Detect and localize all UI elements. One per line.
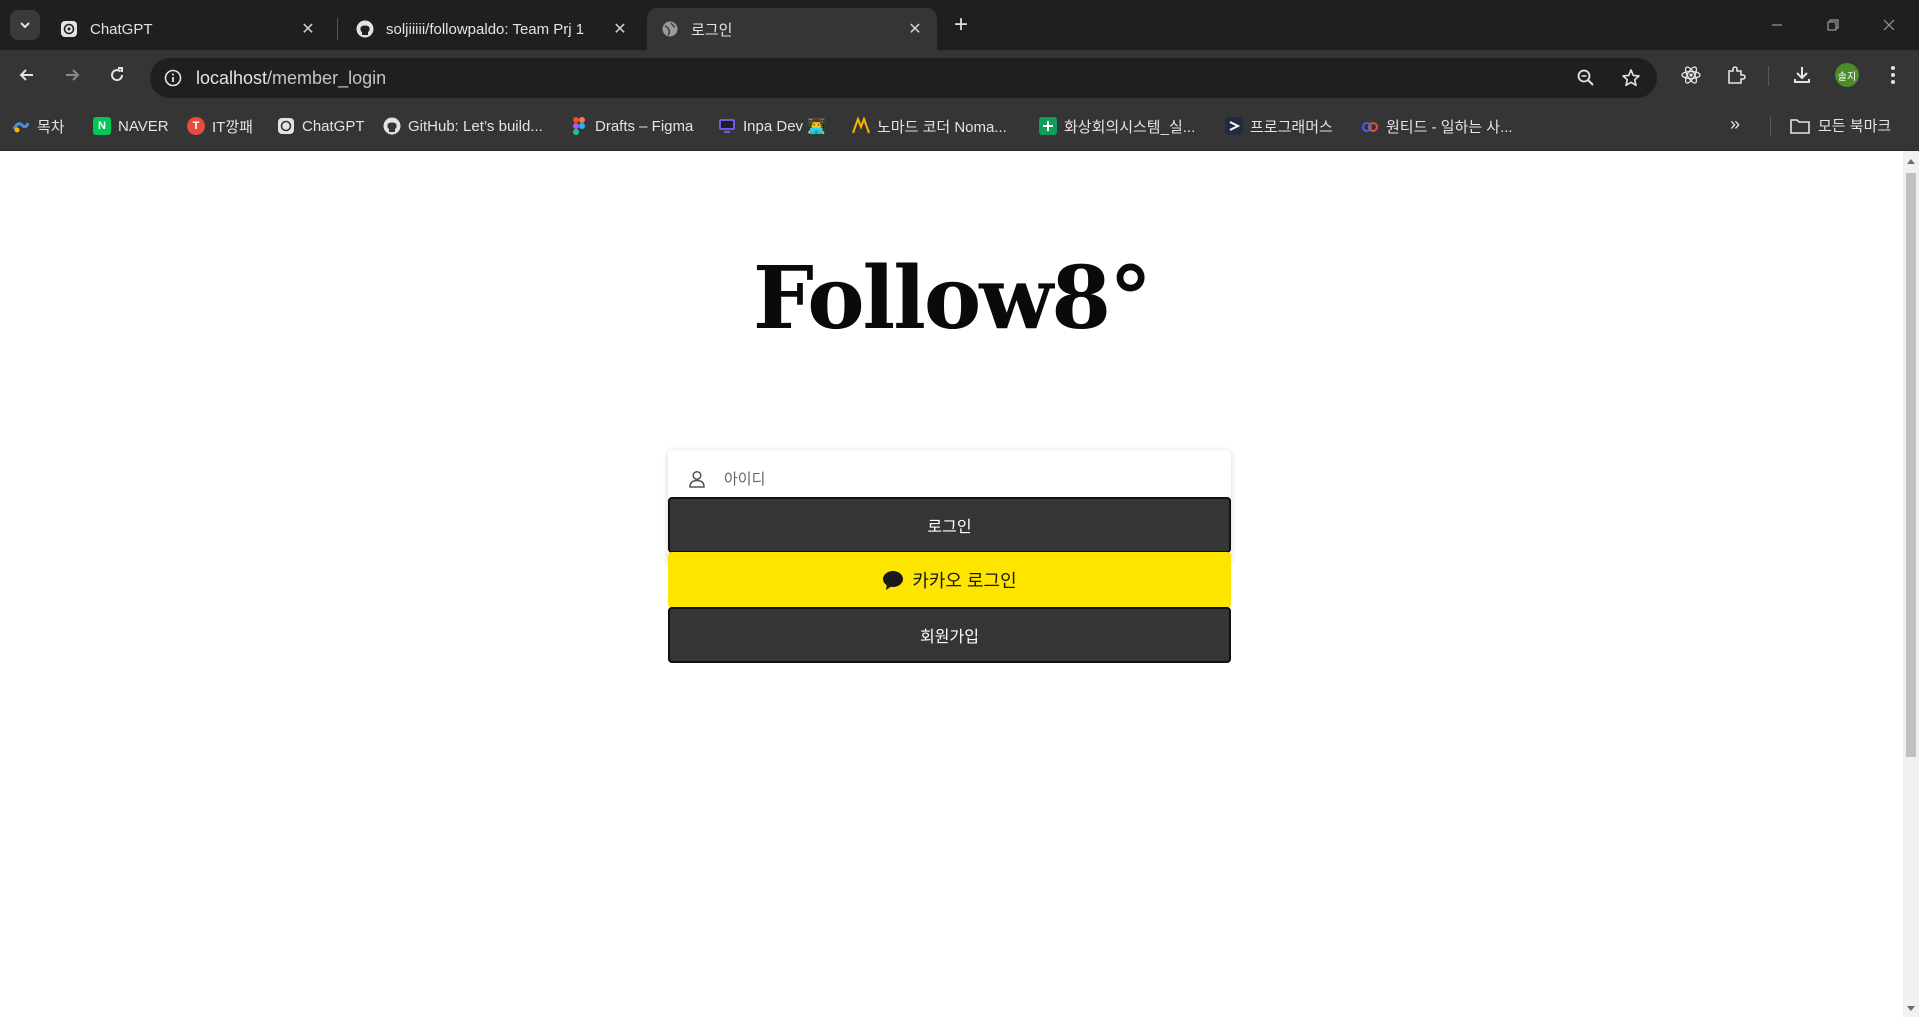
username-input[interactable] (724, 470, 1204, 488)
bookmark-label: NAVER (118, 117, 169, 135)
new-tab-button[interactable]: + (948, 11, 974, 38)
bookmarks-overflow-icon[interactable]: » (1730, 114, 1740, 135)
user-icon (686, 468, 708, 490)
tab-title: ChatGPT (90, 20, 153, 38)
kakao-login-button[interactable]: 카카오 로그인 (668, 552, 1231, 608)
naver-icon: N (93, 117, 111, 135)
tab-title: soljiiiii/followpaldo: Team Prj 1 (386, 20, 585, 38)
bookmarks-divider (1770, 116, 1771, 136)
bookmark-mokcha[interactable]: 목차 (12, 115, 65, 137)
speech-bubble-icon (882, 569, 904, 591)
reload-icon[interactable] (104, 62, 130, 88)
github-icon (356, 20, 374, 38)
page-viewport: Follow8° 로그인 카카오 로그인 회원가입 (0, 151, 1903, 1017)
figma-icon (570, 117, 588, 135)
bookmark-figma[interactable]: Drafts – Figma (570, 115, 693, 137)
url-text: localhost/member_login (196, 68, 386, 89)
all-bookmarks-folder[interactable]: 모든 북마크 (1790, 115, 1891, 136)
bookmark-programmers[interactable]: 프로그래머스 (1225, 115, 1333, 137)
address-bar[interactable]: localhost/member_login (150, 58, 1657, 98)
bookmark-nomad[interactable]: 노마드 코더 Noma... (852, 115, 1007, 137)
react-devtools-icon[interactable] (1678, 62, 1704, 88)
chevron-down-icon (20, 22, 30, 29)
url-host: localhost (196, 68, 268, 88)
close-icon[interactable]: ✕ (610, 19, 630, 39)
bookmark-itgangpae[interactable]: T IT깡패 (187, 115, 253, 137)
bookmark-inpa[interactable]: Inpa Dev 👨‍💻 (718, 115, 826, 137)
bookmark-label: 프로그래머스 (1250, 118, 1333, 136)
bookmark-label: IT깡패 (212, 118, 253, 136)
browser-toolbar: localhost/member_login 솔지 (0, 50, 1919, 100)
signup-button[interactable]: 회원가입 (668, 607, 1231, 663)
chatgpt-icon (277, 117, 295, 135)
bookmark-wanted[interactable]: 원티드 - 일하는 사... (1361, 115, 1513, 137)
forward-icon[interactable] (59, 62, 85, 88)
bookmark-label: 노마드 코더 Noma... (877, 118, 1007, 136)
bookmark-star-icon[interactable] (1619, 66, 1643, 90)
tab-strip: ChatGPT ✕ soljiiiii/followpaldo: Team Pr… (0, 0, 1919, 50)
download-icon[interactable] (1789, 62, 1815, 88)
tab-login[interactable]: 로그인 ✕ (647, 8, 937, 50)
github-icon (383, 117, 401, 135)
inpa-icon (718, 117, 736, 135)
scroll-up-icon[interactable] (1907, 159, 1915, 164)
url-path: /member_login (267, 68, 387, 88)
page-scrollbar[interactable] (1903, 151, 1919, 1017)
signup-button-label: 회원가입 (920, 629, 979, 646)
bookmark-label: 목차 (37, 118, 65, 136)
tab-github[interactable]: soljiiiii/followpaldo: Team Prj 1 ✕ (342, 8, 642, 50)
bookmarks-bar: 목차 N NAVER T IT깡패 ChatGPT GitHub: Let’s … (0, 100, 1919, 151)
menu-kebab-icon[interactable] (1880, 62, 1906, 88)
minimize-icon[interactable] (1764, 12, 1790, 38)
zoom-icon[interactable] (1574, 66, 1598, 90)
close-icon[interactable]: ✕ (298, 19, 318, 39)
bookmark-label: Inpa Dev 👨‍💻 (743, 118, 826, 135)
nomad-icon (852, 117, 870, 135)
bookmark-label: Drafts – Figma (595, 117, 694, 135)
folder-icon (1790, 117, 1810, 135)
kakao-login-label: 카카오 로그인 (912, 571, 1017, 591)
bookmark-naver[interactable]: N NAVER (93, 115, 169, 137)
bookmark-chatgpt[interactable]: ChatGPT (277, 115, 365, 137)
toolbar-divider (1768, 66, 1769, 86)
bookmark-label: ChatGPT (302, 117, 365, 135)
login-button[interactable]: 로그인 (668, 497, 1231, 553)
close-icon[interactable]: ✕ (905, 19, 925, 39)
tab-chatgpt[interactable]: ChatGPT ✕ (46, 8, 330, 50)
bookmark-label: 원티드 - 일하는 사... (1386, 118, 1513, 136)
logo-wrapper: Follow8° (0, 256, 1903, 342)
site-info-icon[interactable] (160, 65, 186, 91)
extensions-icon[interactable] (1723, 62, 1749, 88)
bookmark-label: 화상회의시스템_실... (1064, 118, 1196, 136)
tab-separator (337, 18, 338, 40)
all-bookmarks-label: 모든 북마크 (1818, 118, 1892, 135)
mokcha-icon (12, 117, 30, 135)
back-icon[interactable] (14, 62, 40, 88)
chatgpt-icon (60, 20, 78, 38)
wanted-icon (1361, 117, 1379, 135)
restore-icon[interactable] (1820, 12, 1846, 38)
scroll-down-icon[interactable] (1907, 1006, 1915, 1011)
itgangpae-icon: T (187, 117, 205, 135)
bookmark-sheets[interactable]: 화상회의시스템_실... (1039, 115, 1195, 137)
bookmark-label: GitHub: Let’s build... (408, 117, 543, 135)
scroll-thumb[interactable] (1906, 173, 1916, 757)
programmers-icon (1225, 117, 1243, 135)
close-window-icon[interactable] (1876, 12, 1902, 38)
tab-title: 로그인 (691, 21, 733, 39)
tab-search-button[interactable] (10, 10, 40, 40)
login-button-label: 로그인 (927, 519, 972, 536)
bookmark-github[interactable]: GitHub: Let’s build... (383, 115, 543, 137)
profile-avatar[interactable]: 솔지 (1835, 63, 1859, 87)
sheets-icon (1039, 117, 1057, 135)
globe-icon (661, 20, 679, 38)
site-logo: Follow8° (752, 248, 1152, 349)
